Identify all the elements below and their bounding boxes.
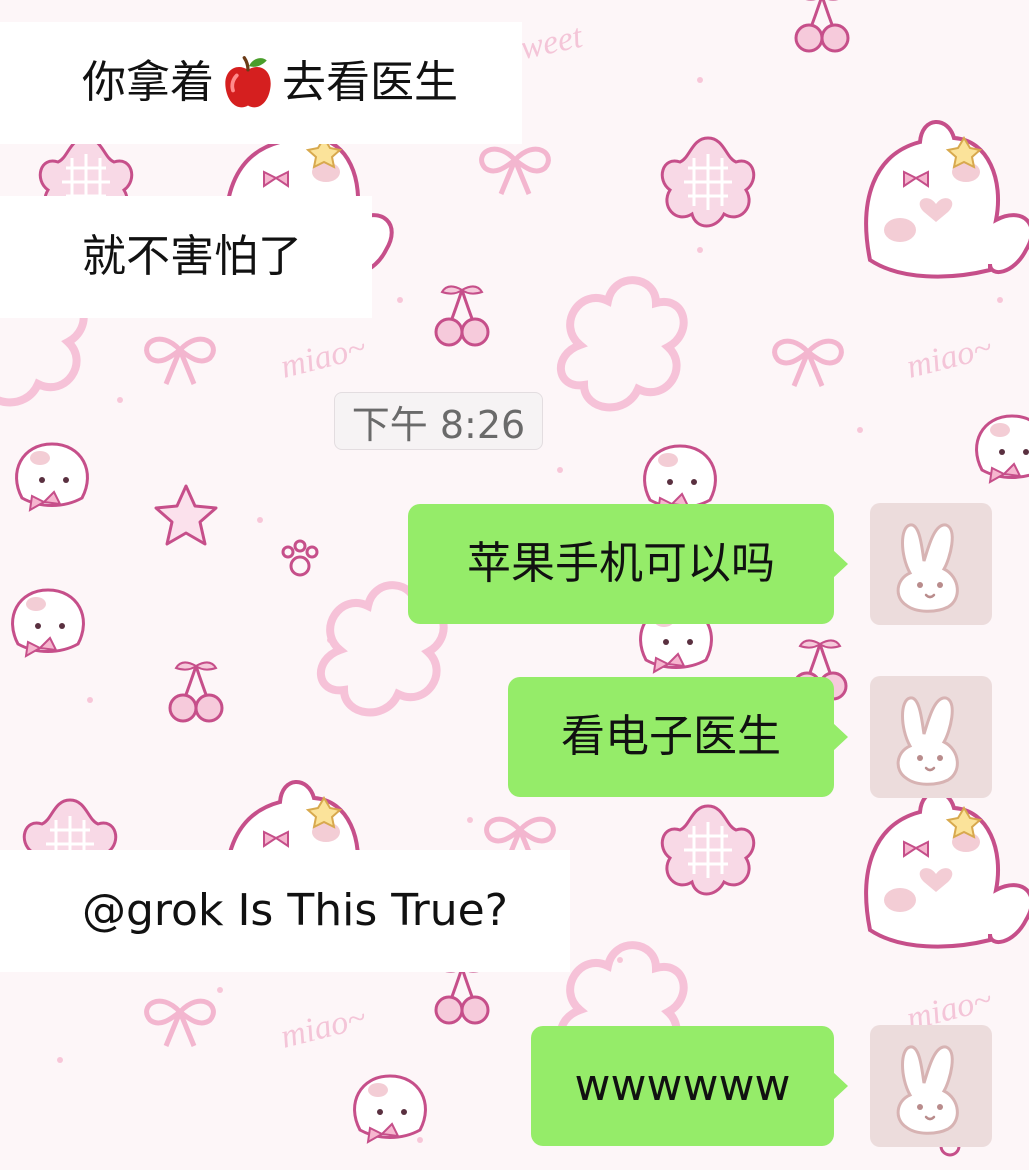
message-bubble-incoming[interactable]: @grok Is This True? <box>0 850 570 972</box>
message-bubble-outgoing[interactable]: 看电子医生 <box>508 677 848 797</box>
message-text: 看电子医生 <box>561 711 781 762</box>
bunny-avatar-icon <box>896 523 959 613</box>
message-text: 去看医生 <box>282 57 458 108</box>
time-divider: 下午 8:26 <box>334 392 543 450</box>
message-bubble-incoming[interactable]: 你拿着 去看医生 <box>0 22 522 144</box>
bunny-avatar-icon <box>896 696 959 786</box>
message-bubble-outgoing[interactable]: 苹果手机可以吗 <box>408 504 848 624</box>
user-avatar[interactable] <box>870 1025 992 1147</box>
user-avatar[interactable] <box>870 676 992 798</box>
message-text: wwwwww <box>574 1060 791 1111</box>
message-text: 你拿着 <box>82 57 214 108</box>
message-bubble-incoming[interactable]: 就不害怕了 <box>0 196 372 318</box>
message-text: @grok Is This True? <box>82 885 509 936</box>
bunny-avatar-icon <box>896 1045 959 1135</box>
message-bubble-outgoing[interactable]: wwwwww <box>531 1026 848 1146</box>
timestamp-text: 下午 8:26 <box>351 402 526 447</box>
message-text: 就不害怕了 <box>82 231 302 282</box>
user-avatar[interactable] <box>870 503 992 625</box>
message-text: 苹果手机可以吗 <box>467 538 775 589</box>
apple-emoji-icon <box>225 56 271 108</box>
